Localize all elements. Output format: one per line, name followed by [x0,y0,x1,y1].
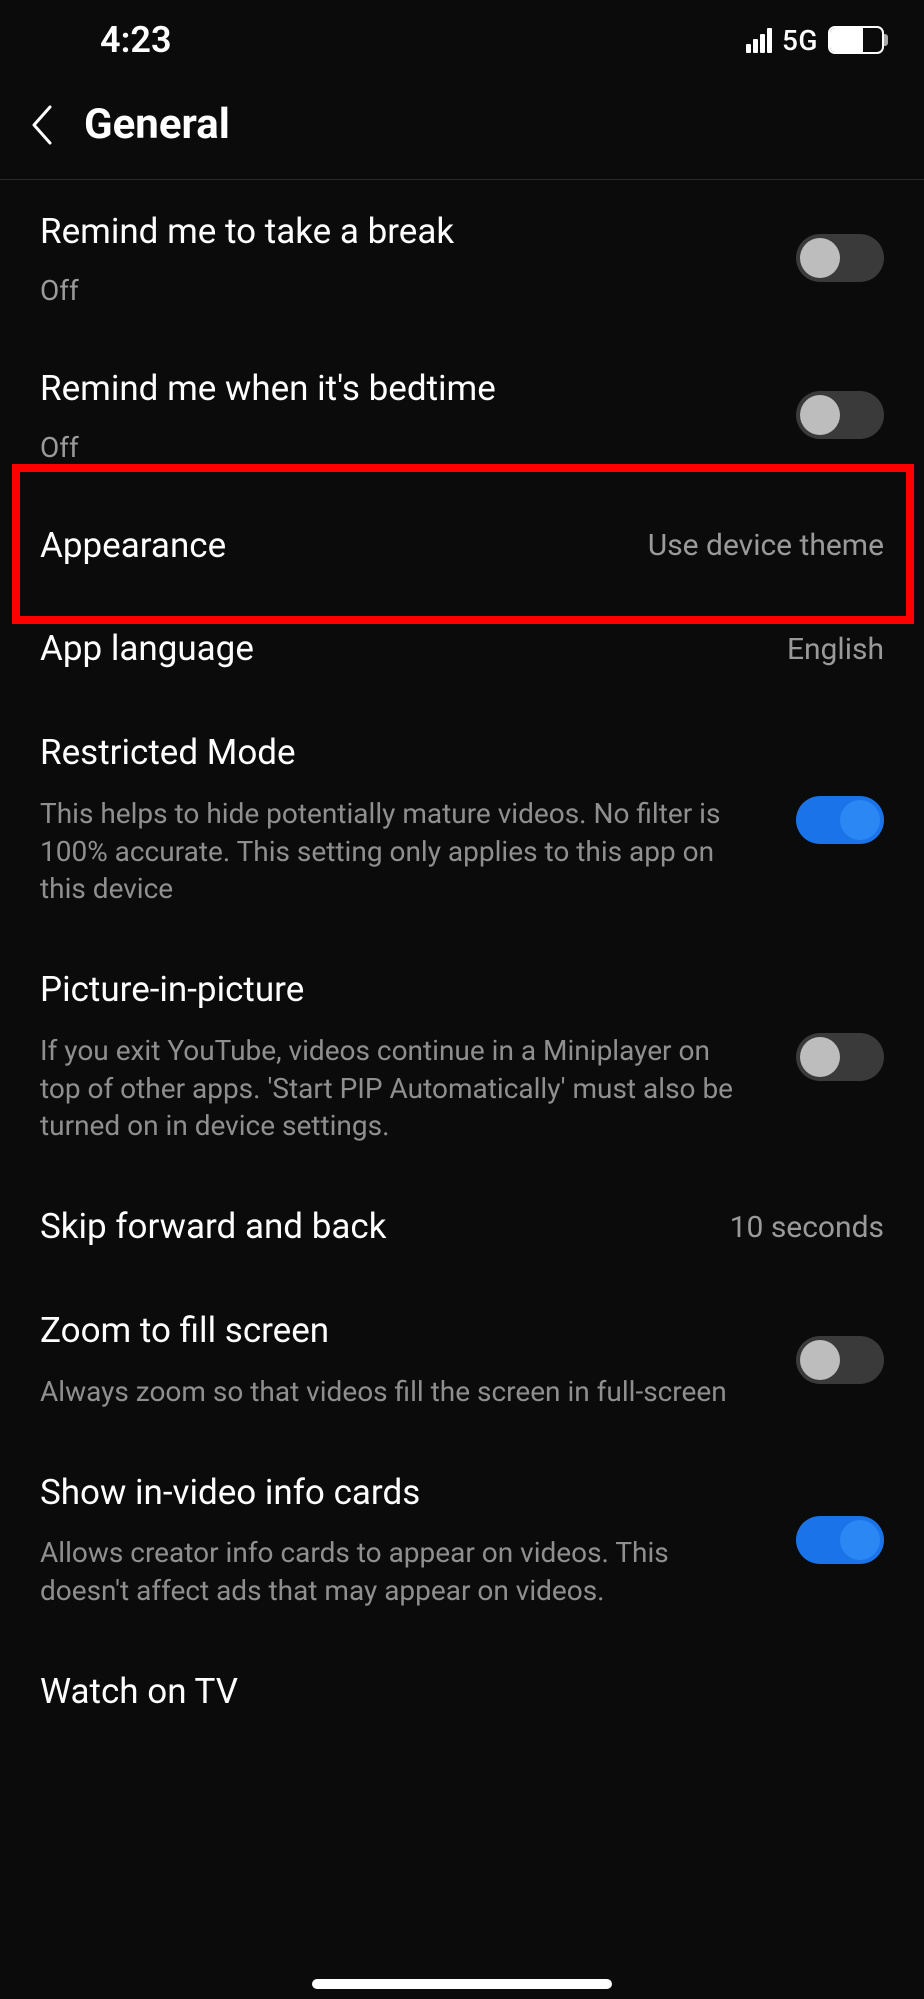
row-value: 10 seconds [730,1210,884,1245]
battery-icon: 63 [828,26,884,54]
row-description: If you exit YouTube, videos continue in … [40,1032,740,1145]
row-title: Restricted Mode [40,731,776,775]
row-title: App language [40,627,767,671]
network-type: 5G [782,24,818,57]
row-remind-bedtime[interactable]: Remind me when it's bedtime Off [0,337,924,494]
cellular-signal-icon [746,27,772,53]
row-title: Watch on TV [40,1670,884,1714]
battery-percent: 63 [830,29,882,52]
row-value: Use device theme [648,528,884,563]
row-skip-forward-back[interactable]: Skip forward and back 10 seconds [0,1175,924,1279]
page-header: General [0,80,924,180]
back-icon[interactable] [30,105,54,145]
settings-list: Remind me to take a break Off Remind me … [0,180,924,1724]
row-subtitle: Off [40,431,776,464]
toggle-bedtime[interactable] [796,391,884,439]
row-subtitle: Off [40,274,776,307]
row-description: Allows creator info cards to appear on v… [40,1534,740,1610]
row-description: Always zoom so that videos fill the scre… [40,1373,740,1411]
toggle-info-cards[interactable] [796,1516,884,1564]
row-description: This helps to hide potentially mature vi… [40,795,740,908]
row-title: Appearance [40,524,628,568]
row-title: Remind me when it's bedtime [40,367,776,411]
row-title: Show in-video info cards [40,1471,776,1515]
toggle-pip[interactable] [796,1033,884,1081]
row-zoom-fill-screen[interactable]: Zoom to fill screen Always zoom so that … [0,1279,924,1441]
row-info-cards[interactable]: Show in-video info cards Allows creator … [0,1441,924,1640]
toggle-zoom-fill[interactable] [796,1336,884,1384]
row-title: Remind me to take a break [40,210,776,254]
row-restricted-mode[interactable]: Restricted Mode This helps to hide poten… [0,701,924,938]
status-bar: 4:23 5G 63 [0,0,924,80]
row-app-language[interactable]: App language English [0,597,924,701]
toggle-restricted-mode[interactable] [796,796,884,844]
row-picture-in-picture[interactable]: Picture-in-picture If you exit YouTube, … [0,938,924,1175]
status-time: 4:23 [40,19,172,61]
toggle-take-break[interactable] [796,234,884,282]
row-title: Skip forward and back [40,1205,710,1249]
row-watch-on-tv[interactable]: Watch on TV [0,1640,924,1724]
row-appearance[interactable]: Appearance Use device theme [0,494,924,598]
status-right: 5G 63 [746,24,884,57]
row-title: Zoom to fill screen [40,1309,776,1353]
row-title: Picture-in-picture [40,968,776,1012]
home-indicator[interactable] [312,1979,612,1989]
row-value: English [787,632,884,667]
page-title: General [84,100,230,149]
row-remind-take-break[interactable]: Remind me to take a break Off [0,180,924,337]
